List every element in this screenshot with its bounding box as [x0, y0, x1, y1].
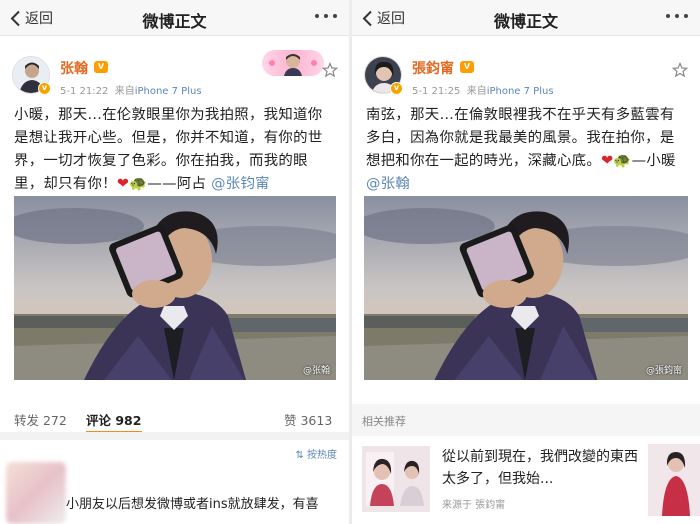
recommend-side-image — [648, 444, 700, 516]
post-header: v 张翰 V 5-1 21:22 来自iPhone 7 Plus — [0, 46, 349, 102]
verified-badge: v — [390, 82, 403, 95]
source-prefix: 来自 — [114, 86, 135, 97]
comment-avatar[interactable] — [6, 462, 66, 524]
mention-link[interactable]: @张翰 — [366, 176, 410, 192]
page-title: 微博正文 — [142, 12, 207, 31]
heart-icon: ❤ — [116, 176, 130, 192]
tab-repost[interactable]: 转发 272 — [14, 410, 67, 429]
post-text: 南弦，那天…在倫敦眼裡我不在乎天有多藍雲有多白，因為你就是我最美的風景。我在拍你… — [366, 104, 688, 196]
vip-badge: V — [94, 61, 108, 73]
recommend-item[interactable]: 從以前到現在，我們改變的東西太多了，但我始... 来源于 張鈞甯 — [352, 436, 700, 524]
heart-icon: ❤ — [601, 153, 614, 169]
post-text: 小暖，那天...在伦敦眼里你为我拍照，我知道你是想让我开心些。但是，你并不知道，… — [14, 104, 337, 196]
turtle-icon: 🐢 — [129, 176, 148, 192]
more-options-icon[interactable] — [315, 14, 337, 18]
post-meta: 5-1 21:25 来自iPhone 7 Plus — [412, 82, 554, 97]
source-prefix: 来自 — [466, 86, 487, 97]
post-header: v 張鈞甯 V 5-1 21:25 来自iPhone 7 Plus — [352, 46, 700, 102]
author-name[interactable]: 张翰 — [60, 58, 88, 78]
recommend-source: 来源于 張鈞甯 — [442, 500, 506, 511]
post-time: 5-1 21:25 — [412, 86, 461, 97]
section-divider — [0, 432, 349, 440]
nav-bar: 返回 微博正文 — [0, 0, 349, 36]
action-tabs: 转发 272 评论 982 赞 3613 — [0, 404, 349, 433]
decoration-card — [262, 50, 324, 76]
post-time: 5-1 21:22 — [60, 86, 109, 97]
tab-like[interactable]: 赞 3613 — [284, 410, 332, 429]
sort-label: 按热度 — [307, 450, 337, 461]
post-source[interactable]: iPhone 7 Plus — [135, 86, 202, 97]
star-icon[interactable] — [322, 62, 338, 78]
more-options-icon[interactable] — [666, 14, 688, 18]
recommend-thumbnail — [362, 446, 430, 512]
photo-watermark: @张翰 — [302, 366, 330, 376]
split-comparison: 返回 微博正文 v 张翰 V 5-1 21:22 来自iPhone 7 Plus — [0, 0, 700, 524]
recommend-header: 相关推荐 — [352, 404, 700, 436]
recommend-title: 從以前到現在，我們改變的東西太多了，但我始... — [442, 449, 638, 487]
page-title: 微博正文 — [493, 12, 558, 31]
turtle-icon: 🐢 — [613, 153, 632, 169]
post-signoff: ——阿占 — [147, 176, 207, 192]
weibo-post-screen-right: 返回 微博正文 v 張鈞甯 V 5-1 21:25 来自iPhone 7 Plu… — [352, 0, 700, 524]
post-photo[interactable]: @張鈞甯 — [364, 196, 688, 380]
sort-button[interactable]: ⇅ 按热度 — [295, 446, 337, 461]
comment-text: 小朋友以后想发微博或者ins就放肆发，有喜 — [66, 497, 319, 512]
post-source[interactable]: iPhone 7 Plus — [487, 86, 554, 97]
tab-comment[interactable]: 评论 982 — [86, 410, 141, 429]
post-photo[interactable]: @张翰 — [14, 196, 336, 380]
verified-badge: v — [38, 82, 51, 95]
post-meta: 5-1 21:22 来自iPhone 7 Plus — [60, 82, 202, 97]
author-name[interactable]: 張鈞甯 — [412, 58, 454, 78]
post-signoff: —小暖 — [631, 153, 676, 169]
weibo-post-screen-left: 返回 微博正文 v 张翰 V 5-1 21:22 来自iPhone 7 Plus — [0, 0, 349, 524]
star-icon[interactable] — [672, 62, 688, 78]
vip-badge: V — [460, 61, 474, 73]
mention-link[interactable]: @张钧甯 — [211, 176, 270, 192]
photo-watermark: @張鈞甯 — [645, 366, 682, 376]
nav-bar: 返回 微博正文 — [352, 0, 700, 36]
recommend-header-label: 相关推荐 — [362, 415, 406, 428]
